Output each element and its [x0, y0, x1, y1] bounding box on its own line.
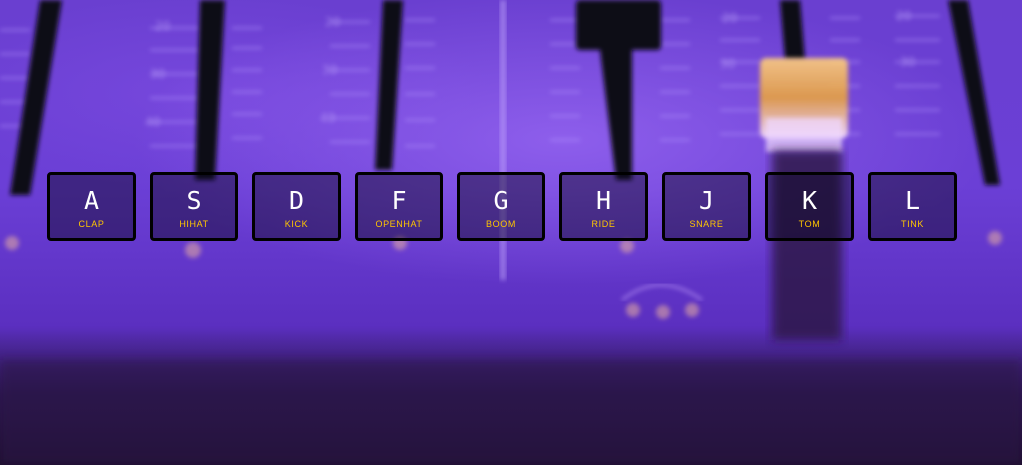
key-letter: D [288, 186, 305, 215]
key-letter: K [801, 186, 818, 215]
scale-label: 30 [720, 57, 735, 71]
key-k-tom[interactable]: K TOM [765, 172, 854, 241]
key-g-boom[interactable]: G BOOM [457, 172, 545, 241]
sound-label: RIDE [591, 219, 616, 229]
key-d-kick[interactable]: D KICK [252, 172, 341, 241]
key-letter: S [186, 186, 202, 215]
scale-label: 40 [320, 111, 335, 125]
scale-label: 20 [896, 9, 911, 23]
scale-label: 20 [722, 11, 737, 25]
sound-label: CLAP [78, 219, 105, 229]
sound-label: OPENHAT [375, 219, 423, 229]
key-letter: A [83, 186, 100, 215]
key-letter: G [493, 186, 509, 215]
scale-label: 20 [155, 19, 170, 33]
key-f-openhat[interactable]: F OPENHAT [355, 172, 443, 241]
sound-label: KICK [284, 219, 309, 229]
key-letter: J [698, 186, 715, 215]
key-l-tink[interactable]: L TINK [868, 172, 957, 241]
scale-label: 40 [145, 115, 160, 129]
drum-keys: A CLAP S HIHAT D KICK F OPENHAT G BOOM H… [47, 172, 957, 241]
scale-label: 30 [900, 55, 915, 69]
key-letter: L [904, 186, 921, 215]
key-letter: H [595, 186, 612, 215]
scale-label: 30 [322, 63, 337, 77]
key-a-clap[interactable]: A CLAP [47, 172, 136, 241]
key-s-hihat[interactable]: S HIHAT [150, 172, 238, 241]
sound-label: HIHAT [179, 219, 209, 229]
sound-label: TOM [798, 219, 821, 229]
scale-label: 20 [325, 15, 340, 29]
sound-label: SNARE [689, 219, 724, 229]
sound-label: BOOM [486, 219, 516, 229]
key-j-snare[interactable]: J SNARE [662, 172, 751, 241]
scale-label: 30 [150, 67, 165, 81]
key-h-ride[interactable]: H RIDE [559, 172, 648, 241]
sound-label: TINK [901, 219, 924, 229]
key-letter: F [391, 186, 407, 215]
